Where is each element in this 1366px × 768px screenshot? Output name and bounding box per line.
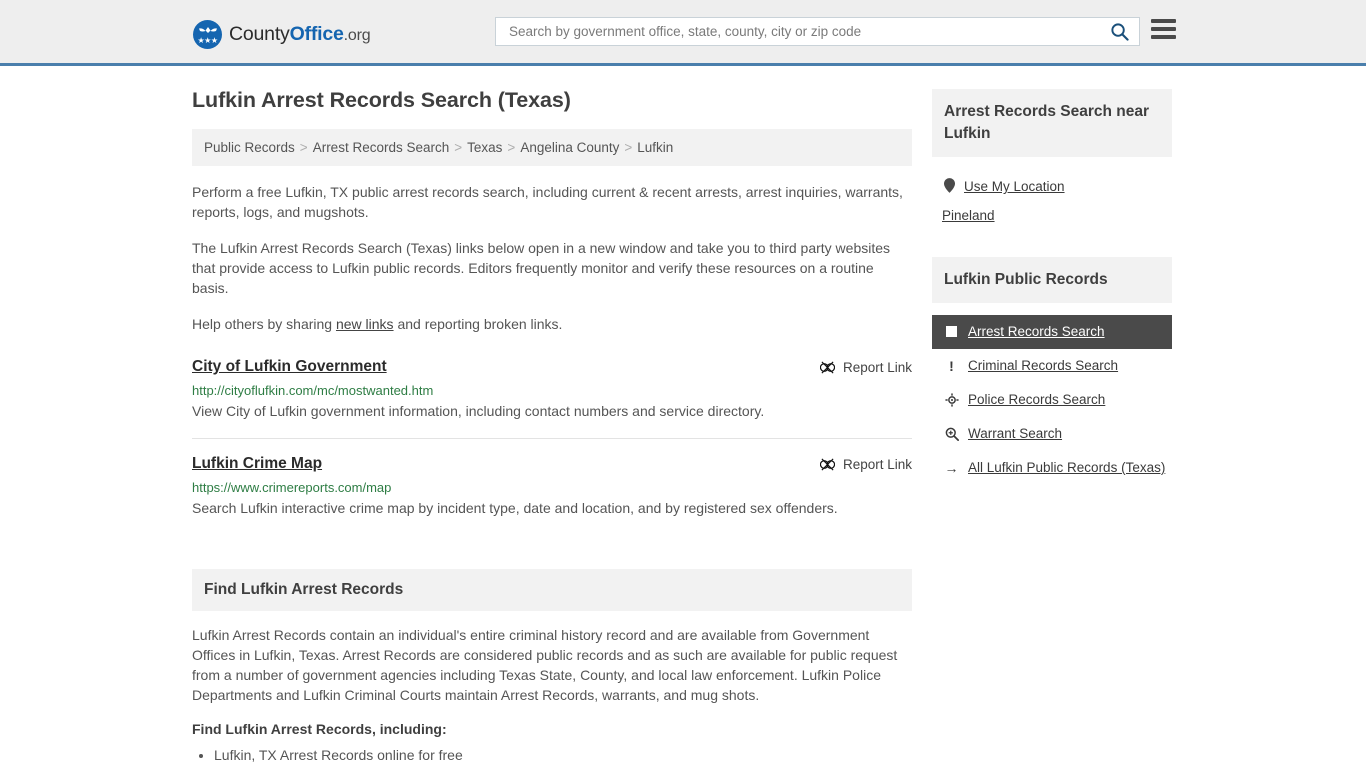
sidebar-records-list: Arrest Records Search ! Criminal Records… [932, 303, 1172, 485]
crosshair-icon [944, 390, 959, 409]
list-item: City of Lufkin Government Report Link ht… [192, 358, 912, 439]
main-column: Lufkin Arrest Records Search (Texas) Pub… [192, 88, 912, 768]
hamburger-bar-1 [1151, 19, 1176, 23]
brand-org: .org [343, 27, 371, 44]
broken-link-icon [819, 458, 835, 471]
brand-office: Office [289, 23, 344, 45]
resource-url: https://www.crimereports.com/map [192, 480, 392, 495]
find-records-body: Lufkin Arrest Records contain an individ… [192, 611, 912, 768]
hamburger-menu-button[interactable] [1151, 19, 1176, 39]
broken-link-icon [819, 361, 835, 374]
report-link-button[interactable]: Report Link [819, 455, 912, 472]
sidebar-item-label: Criminal Records Search [968, 358, 1119, 373]
find-records-list: Lufkin, TX Arrest Records online for fre… [192, 745, 912, 768]
search-bar[interactable] [495, 17, 1140, 46]
magnifier-plus-icon [944, 424, 959, 443]
find-records-subheading: Find Lufkin Arrest Records, including: [192, 721, 447, 737]
nearby-city-label: Pineland [942, 208, 995, 223]
site-header: ★★★ CountyOffice.org [0, 0, 1366, 66]
help-prefix: Help others by sharing [192, 316, 336, 332]
page-body: Lufkin Arrest Records Search (Texas) Pub… [0, 66, 1366, 768]
resource-link-list: City of Lufkin Government Report Link ht… [192, 358, 912, 535]
find-records-paragraph: Lufkin Arrest Records contain an individ… [192, 627, 898, 703]
breadcrumb-sep-3: > [624, 140, 633, 155]
breadcrumb-sep-1: > [454, 140, 463, 155]
breadcrumb-item-0[interactable]: Public Records [204, 140, 295, 155]
link-entry-header: Lufkin Crime Map Report Link [192, 455, 912, 473]
list-item: Lufkin, TX Arrest Records online for fre… [214, 745, 912, 765]
sidebar-item-pineland[interactable]: Pineland [932, 202, 1172, 229]
report-link-label: Report Link [842, 360, 912, 375]
search-button[interactable] [1099, 18, 1139, 45]
white-square-icon [944, 322, 959, 341]
help-paragraph: Help others by sharing new links and rep… [192, 314, 912, 334]
exclamation-icon: ! [949, 357, 954, 374]
sidebar-near-links: Use My Location Pineland [932, 157, 1172, 229]
description-paragraph: The Lufkin Arrest Records Search (Texas)… [192, 240, 891, 296]
link-entry-header: City of Lufkin Government Report Link [192, 358, 912, 376]
sidebar-near-heading: Arrest Records Search near Lufkin [932, 89, 1172, 157]
hamburger-bar-3 [1151, 35, 1176, 39]
site-logo[interactable]: ★★★ CountyOffice.org [193, 20, 371, 49]
sidebar-item-police-records-search[interactable]: Police Records Search [932, 383, 1172, 417]
breadcrumb: Public Records > Arrest Records Search > Tex… [192, 129, 912, 166]
hamburger-bar-2 [1151, 27, 1176, 31]
sidebar-item-all-public-records[interactable]: → All Lufkin Public Records (Texas) [932, 451, 1172, 485]
resource-url: http://cityoflufkin.com/mc/mostwanted.ht… [192, 383, 434, 398]
resource-description: View City of Lufkin government informati… [192, 403, 765, 419]
breadcrumb-sep-0: > [299, 140, 308, 155]
content-container: Lufkin Arrest Records Search (Texas) Pub… [192, 66, 1174, 768]
help-suffix: and reporting broken links. [393, 316, 563, 332]
find-records-heading: Find Lufkin Arrest Records [192, 569, 912, 611]
sidebar-item-criminal-records-search[interactable]: ! Criminal Records Search [932, 349, 1172, 383]
use-my-location-label: Use My Location [964, 179, 1065, 194]
search-icon [1110, 23, 1129, 41]
sidebar-item-warrant-search[interactable]: Warrant Search [932, 417, 1172, 451]
breadcrumb-item-3[interactable]: Angelina County [520, 140, 619, 155]
sidebar-item-label: All Lufkin Public Records (Texas) [968, 460, 1166, 475]
sidebar-records-heading: Lufkin Public Records [932, 257, 1172, 303]
breadcrumb-item-2[interactable]: Texas [467, 140, 502, 155]
resource-description: Search Lufkin interactive crime map by i… [192, 500, 838, 516]
intro-paragraph: Perform a free Lufkin, TX public arrest … [192, 184, 903, 220]
arrow-right-icon: → [944, 459, 959, 476]
page-title: Lufkin Arrest Records Search (Texas) [192, 88, 571, 112]
brand-county: County [229, 23, 290, 45]
breadcrumb-sep-2: > [507, 140, 516, 155]
map-pin-icon [942, 177, 956, 194]
sidebar-item-label: Arrest Records Search [968, 324, 1105, 339]
resource-title-link[interactable]: Lufkin Crime Map [192, 455, 322, 473]
sidebar-item-arrest-records-search[interactable]: Arrest Records Search [932, 315, 1172, 349]
stars-icon: ★★★ [197, 36, 218, 45]
sidebar: Arrest Records Search near Lufkin Use My… [932, 88, 1172, 485]
new-links-link[interactable]: new links [336, 316, 394, 332]
sidebar-item-label: Warrant Search [968, 426, 1063, 441]
countyoffice-eagle-icon: ★★★ [193, 20, 222, 49]
search-input[interactable] [496, 18, 1099, 45]
sidebar-item-label: Police Records Search [968, 392, 1106, 407]
resource-title-link[interactable]: City of Lufkin Government [192, 358, 387, 376]
use-my-location-button[interactable]: Use My Location [932, 171, 1172, 202]
report-link-button[interactable]: Report Link [819, 358, 912, 375]
breadcrumb-item-4[interactable]: Lufkin [637, 140, 673, 155]
breadcrumb-item-1[interactable]: Arrest Records Search [313, 140, 450, 155]
report-link-label: Report Link [842, 457, 912, 472]
brand-wordmark: CountyOffice.org [229, 23, 371, 46]
list-item: Lufkin Crime Map Report Link https://www… [192, 455, 912, 535]
